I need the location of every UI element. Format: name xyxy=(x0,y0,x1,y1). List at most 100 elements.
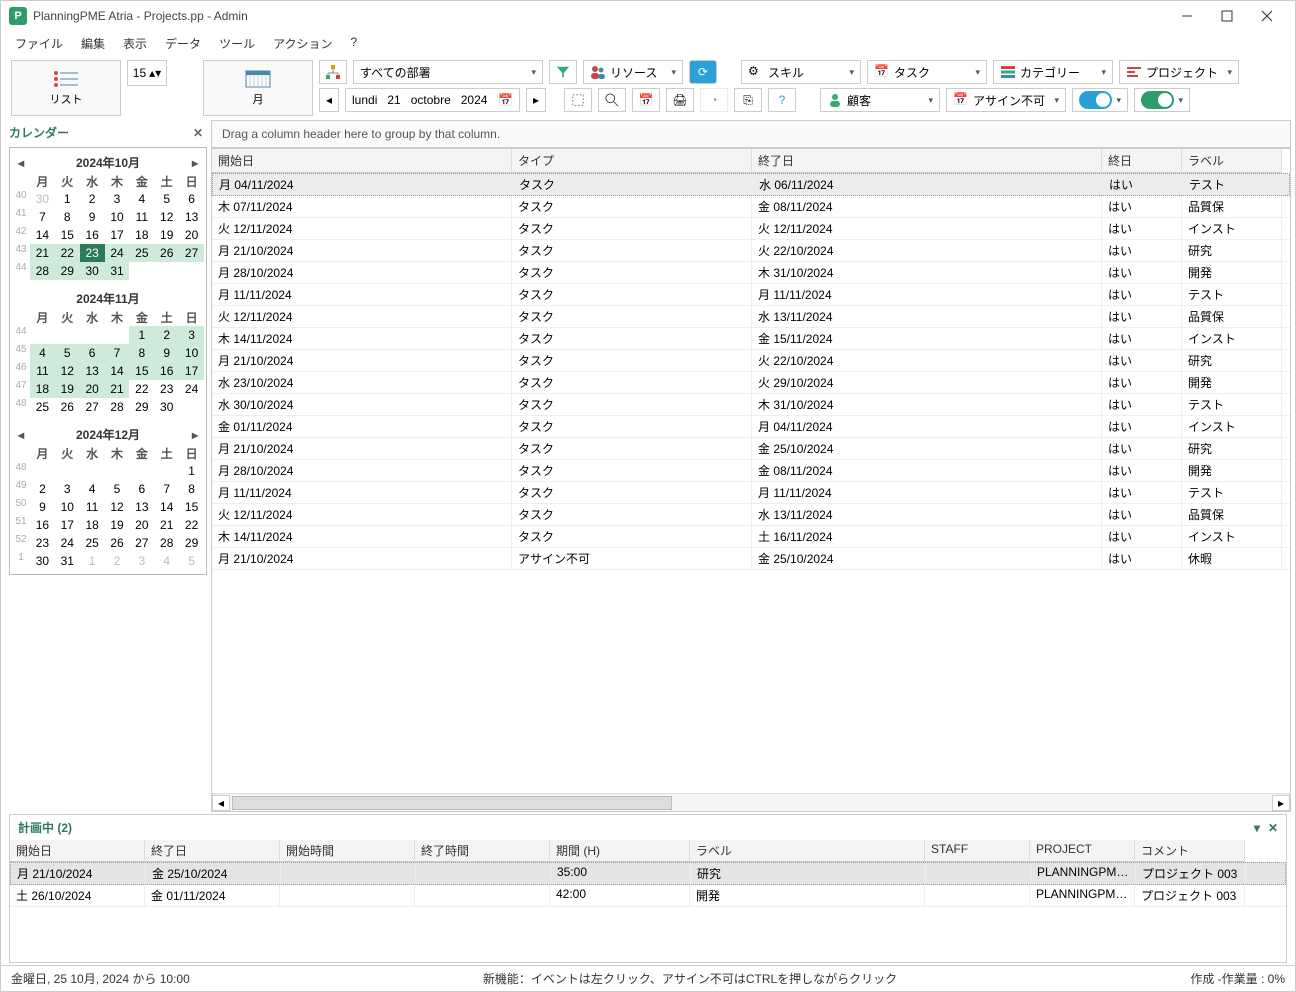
calendar-day[interactable]: 6 xyxy=(80,344,105,362)
calendar-day[interactable]: 27 xyxy=(179,244,204,262)
date-prev-button[interactable]: ◂ xyxy=(319,88,339,112)
calendar-day[interactable] xyxy=(105,462,130,480)
date-picker[interactable]: lundi21octobre2024 📅 xyxy=(345,88,520,112)
calendar-day[interactable]: 29 xyxy=(129,398,154,416)
calendar-day[interactable]: 6 xyxy=(179,190,204,208)
group-hint[interactable]: Drag a column header here to group by th… xyxy=(211,120,1291,148)
menu-ファイル[interactable]: ファイル xyxy=(15,35,63,52)
table-row[interactable]: 月 28/10/2024タスク木 31/10/2024はい開発 xyxy=(212,262,1290,284)
calendar-day[interactable]: 1 xyxy=(179,462,204,480)
calendar-day[interactable]: 12 xyxy=(154,208,179,226)
calendar-day[interactable]: 1 xyxy=(80,552,105,570)
calendar-day[interactable]: 9 xyxy=(80,208,105,226)
horizontal-scrollbar[interactable]: ◂▸ xyxy=(212,793,1290,811)
calendar-day[interactable]: 19 xyxy=(55,380,80,398)
column-header[interactable]: 開始日 xyxy=(212,149,512,173)
table-row[interactable]: 木 07/11/2024タスク金 08/11/2024はい品質保 xyxy=(212,196,1290,218)
calendar-day[interactable] xyxy=(55,326,80,344)
calendar-day[interactable]: 26 xyxy=(105,534,130,552)
calendar-day[interactable]: 7 xyxy=(30,208,55,226)
column-header[interactable]: 終了日 xyxy=(752,149,1102,173)
column-header[interactable]: 終了日 xyxy=(145,840,280,862)
calendar-day[interactable]: 18 xyxy=(30,380,55,398)
calendar-day[interactable]: 7 xyxy=(154,480,179,498)
menu-データ[interactable]: データ xyxy=(165,35,201,52)
maximize-button[interactable] xyxy=(1207,1,1247,31)
table-row[interactable]: 火 12/11/2024タスク水 13/11/2024はい品質保 xyxy=(212,306,1290,328)
calendar-day[interactable]: 3 xyxy=(55,480,80,498)
calendar-day[interactable]: 28 xyxy=(30,262,55,280)
department-dropdown[interactable]: すべての部署▾ xyxy=(353,60,543,84)
calendar-day[interactable]: 13 xyxy=(80,362,105,380)
calendar-day[interactable]: 20 xyxy=(129,516,154,534)
calendar-day[interactable]: 23 xyxy=(80,244,105,262)
calendar-day[interactable]: 23 xyxy=(30,534,55,552)
table-row[interactable]: 水 23/10/2024タスク火 29/10/2024はい開発 xyxy=(212,372,1290,394)
table-row[interactable]: 火 12/11/2024タスク火 12/11/2024はいインスト xyxy=(212,218,1290,240)
calendar-day[interactable]: 13 xyxy=(129,498,154,516)
calendar-day[interactable] xyxy=(154,462,179,480)
calendar-day[interactable]: 10 xyxy=(55,498,80,516)
date-next-button[interactable]: ▸ xyxy=(526,88,546,112)
customer-dropdown[interactable]: 顧客▾ xyxy=(820,88,940,112)
cal-next-icon[interactable]: ▸ xyxy=(192,428,198,442)
calendar-day[interactable]: 24 xyxy=(179,380,204,398)
calendar-day[interactable]: 9 xyxy=(30,498,55,516)
panel-close-icon[interactable]: ✕ xyxy=(193,126,203,140)
task-dropdown[interactable]: 📅タスク▾ xyxy=(867,60,987,84)
calendar-day[interactable] xyxy=(80,326,105,344)
calendar-day[interactable]: 16 xyxy=(30,516,55,534)
column-header[interactable]: ラベル xyxy=(690,840,925,862)
calendar-day[interactable]: 25 xyxy=(129,244,154,262)
calendar-day[interactable]: 5 xyxy=(154,190,179,208)
table-row[interactable]: 月 21/10/2024タスク火 22/10/2024はい研究 xyxy=(212,350,1290,372)
resource-dropdown[interactable]: リソース▾ xyxy=(583,60,683,84)
calendar-day[interactable]: 5 xyxy=(55,344,80,362)
calendar-day[interactable] xyxy=(55,462,80,480)
calendar-day[interactable]: 27 xyxy=(80,398,105,416)
calendar-day[interactable]: 17 xyxy=(179,362,204,380)
calendar-day[interactable]: 24 xyxy=(105,244,130,262)
skill-dropdown[interactable]: ⚙スキル▾ xyxy=(741,60,861,84)
calendar-day[interactable]: 20 xyxy=(179,226,204,244)
export-icon[interactable]: ⎘ xyxy=(734,88,762,112)
menu-表示[interactable]: 表示 xyxy=(123,35,147,52)
table-row[interactable]: 月 21/10/2024金 25/10/202435:00研究PLANNINGP… xyxy=(10,862,1286,885)
calendar-day[interactable]: 11 xyxy=(30,362,55,380)
calendar-day[interactable]: 18 xyxy=(80,516,105,534)
column-header[interactable]: 終日 xyxy=(1102,149,1182,173)
calendar-day[interactable]: 28 xyxy=(105,398,130,416)
calendar-day[interactable]: 2 xyxy=(30,480,55,498)
calendar-day[interactable]: 2 xyxy=(105,552,130,570)
calendar-day[interactable]: 24 xyxy=(55,534,80,552)
table-row[interactable]: 月 11/11/2024タスク月 11/11/2024はいテスト xyxy=(212,482,1290,504)
calendar-day[interactable]: 28 xyxy=(154,534,179,552)
calendar-day[interactable]: 3 xyxy=(105,190,130,208)
cal-prev-icon[interactable]: ◂ xyxy=(18,156,24,170)
calendar-day[interactable]: 15 xyxy=(55,226,80,244)
calendar-day[interactable]: 26 xyxy=(55,398,80,416)
calendar-day[interactable]: 30 xyxy=(30,190,55,208)
cal-next-icon[interactable]: ▸ xyxy=(192,156,198,170)
calendar-day[interactable] xyxy=(129,462,154,480)
calendar-day[interactable]: 25 xyxy=(30,398,55,416)
calendar-day[interactable] xyxy=(30,326,55,344)
calendar-day[interactable] xyxy=(105,326,130,344)
calendar-day[interactable]: 16 xyxy=(80,226,105,244)
calendar-day[interactable]: 29 xyxy=(55,262,80,280)
calendar-day[interactable]: 16 xyxy=(154,362,179,380)
table-row[interactable]: 月 28/10/2024タスク金 08/11/2024はい開発 xyxy=(212,460,1290,482)
menu-アクション[interactable]: アクション xyxy=(273,35,332,52)
calendar-day[interactable]: 21 xyxy=(30,244,55,262)
search-icon[interactable] xyxy=(598,88,626,112)
calendar-day[interactable]: 14 xyxy=(105,362,130,380)
column-header[interactable]: 終了時間 xyxy=(415,840,550,862)
help-icon[interactable]: ? xyxy=(768,88,796,112)
calendar-day[interactable]: 17 xyxy=(55,516,80,534)
column-header[interactable]: 開始日 xyxy=(10,840,145,862)
calendar-day[interactable]: 10 xyxy=(105,208,130,226)
calendar-day[interactable]: 19 xyxy=(154,226,179,244)
calendar-day[interactable]: 12 xyxy=(105,498,130,516)
calendar-day[interactable]: 14 xyxy=(154,498,179,516)
hierarchy-icon[interactable] xyxy=(319,60,347,84)
